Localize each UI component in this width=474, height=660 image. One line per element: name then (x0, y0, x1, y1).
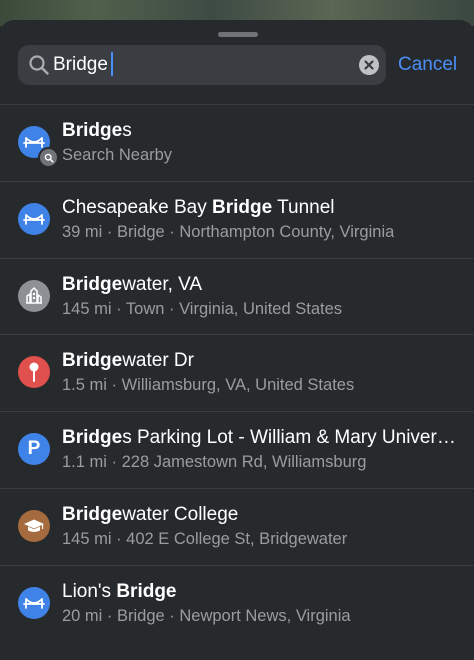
result-subtitle: 20 mi · Bridge · Newport News, Virginia (62, 606, 351, 625)
graduation-cap-icon (18, 509, 50, 542)
pin-icon (18, 356, 50, 389)
parking-icon: P (18, 433, 50, 466)
result-title: Bridges Parking Lot - William & Mary Uni… (62, 427, 460, 449)
search-field[interactable]: Bridge (18, 45, 386, 85)
result-subtitle: Search Nearby (62, 146, 173, 164)
result-subtitle: 1.5 mi · Williamsburg, VA, United States (62, 376, 355, 395)
result-title: Chesapeake Bay Bridge Tunnel (62, 196, 335, 218)
search-results-list: Bridges Search Nearby Chesapeake Bay Bri… (0, 104, 474, 642)
result-title: Lion's Bridge (62, 580, 177, 602)
result-subtitle: 1.1 mi · 228 Jamestown Rd, Williamsburg (62, 453, 367, 472)
result-row-bridgewater-dr[interactable]: Bridgewater Dr 1.5 mi · Williamsburg, VA… (0, 334, 474, 411)
result-row-bridges-parking-lot[interactable]: P Bridges Parking Lot - William & Mary U… (0, 411, 474, 488)
result-title: Bridgewater Dr (62, 350, 194, 372)
result-row-lions-bridge[interactable]: Lion's Bridge 20 mi · Bridge · Newport N… (0, 564, 474, 642)
result-row-bridges-search-nearby[interactable]: Bridges Search Nearby (0, 104, 474, 181)
bridge-icon (18, 202, 50, 235)
bridge-icon (18, 586, 50, 619)
result-title: Bridges (62, 120, 132, 141)
search-badge-icon (38, 147, 59, 168)
result-row-bridgewater-va[interactable]: Bridgewater, VA 145 mi · Town · Virginia… (0, 257, 474, 335)
town-icon (18, 279, 50, 312)
result-subtitle: 145 mi · 402 E College St, Bridgewater (62, 529, 348, 548)
text-caret (110, 51, 113, 76)
sheet-grabber[interactable] (218, 32, 258, 37)
clear-search-button[interactable] (359, 55, 379, 75)
search-icon (29, 55, 49, 75)
result-subtitle: 145 mi · Town · Virginia, United States (62, 299, 343, 318)
result-title: Bridgewater, VA (62, 273, 203, 295)
result-row-chesapeake-bay-bridge-tunnel[interactable]: Chesapeake Bay Bridge Tunnel 39 mi · Bri… (0, 180, 474, 258)
result-subtitle: 39 mi · Bridge · Northampton County, Vir… (62, 222, 395, 241)
close-icon (364, 60, 374, 70)
cancel-button[interactable]: Cancel (398, 45, 457, 85)
result-title: Bridgewater College (62, 503, 239, 525)
search-sheet: Bridge Cancel Bridges Search Nearby Ches… (0, 20, 474, 660)
search-input[interactable]: Bridge (53, 45, 113, 85)
search-query: Bridge (53, 54, 108, 75)
result-row-bridgewater-college[interactable]: Bridgewater College 145 mi · 402 E Colle… (0, 487, 474, 565)
